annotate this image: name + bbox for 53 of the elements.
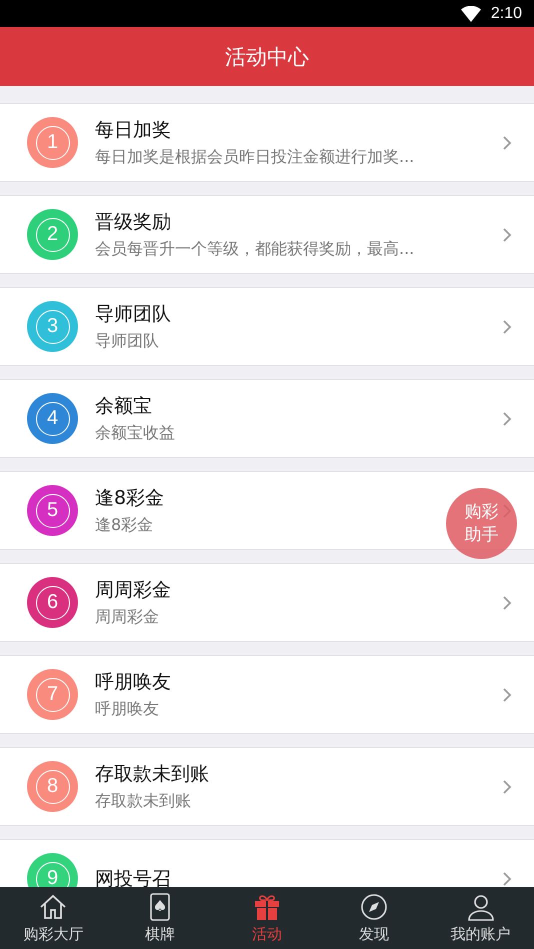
number-badge: 4 <box>27 393 78 444</box>
chevron-right-icon <box>502 318 512 334</box>
page-title: 活动中心 <box>225 44 309 70</box>
chevron-right-icon <box>502 686 512 702</box>
person-icon <box>466 892 496 922</box>
activity-row[interactable]: 2 晋级奖励 会员每晋升一个等级，都能获得奖励，最高... <box>0 195 534 274</box>
number-badge: 8 <box>27 761 78 812</box>
wifi-icon <box>460 6 481 22</box>
activity-title: 每日加奖 <box>95 118 171 143</box>
activity-row[interactable]: 6 周周彩金 周周彩金 <box>0 563 534 642</box>
activity-subtitle: 导师团队 <box>95 331 159 352</box>
activity-subtitle: 逢8彩金 <box>95 515 154 536</box>
activity-row[interactable]: 8 存取款未到账 存取款未到账 <box>0 747 534 826</box>
activity-subtitle: 存取款未到账 <box>95 791 191 812</box>
activity-title: 余额宝 <box>95 394 152 419</box>
chevron-right-icon <box>502 226 512 242</box>
activity-title: 导师团队 <box>95 302 171 327</box>
activity-row[interactable]: 7 呼朋唤友 呼朋唤友 <box>0 655 534 734</box>
activity-row[interactable]: 3 导师团队 导师团队 <box>0 287 534 366</box>
activity-subtitle: 每日加奖是根据会员昨日投注金额进行加奖... <box>95 147 414 168</box>
number-badge: 9 <box>27 853 78 887</box>
activity-subtitle: 呼朋唤友 <box>95 699 159 720</box>
activity-row[interactable]: 4 余额宝 余额宝收益 <box>0 379 534 458</box>
home-icon <box>38 892 68 922</box>
number-badge: 7 <box>27 669 78 720</box>
chevron-right-icon <box>502 870 512 886</box>
tab-item[interactable]: 活动 <box>214 887 320 949</box>
activity-title: 网投号召 <box>95 866 171 887</box>
activity-row[interactable]: 1 每日加奖 每日加奖是根据会员昨日投注金额进行加奖... <box>0 103 534 182</box>
activity-title: 存取款未到账 <box>95 762 209 787</box>
chevron-right-icon <box>502 134 512 150</box>
number-badge: 2 <box>27 209 78 260</box>
status-time: 2:10 <box>490 4 522 22</box>
activity-row[interactable]: 9 网投号召 <box>0 839 534 887</box>
chevron-right-icon <box>502 410 512 426</box>
compass-icon <box>358 892 389 922</box>
activity-title: 周周彩金 <box>95 578 171 603</box>
tab-item[interactable]: 发现 <box>320 887 428 949</box>
activity-title: 晋级奖励 <box>95 210 171 235</box>
chevron-right-icon <box>502 594 512 610</box>
activity-subtitle: 周周彩金 <box>95 607 159 628</box>
tab-item[interactable]: 购彩大厅 <box>0 887 107 949</box>
tab-item[interactable]: 棋牌 <box>106 887 214 949</box>
number-badge: 3 <box>27 301 78 352</box>
activity-title: 呼朋唤友 <box>95 670 171 695</box>
number-badge: 5 <box>27 485 78 536</box>
activity-title: 逢8彩金 <box>95 486 164 511</box>
chevron-right-icon <box>502 778 512 794</box>
activity-subtitle: 会员每晋升一个等级，都能获得奖励，最高... <box>95 239 414 260</box>
activity-subtitle: 余额宝收益 <box>95 423 175 444</box>
number-badge: 6 <box>27 577 78 628</box>
number-badge: 1 <box>27 117 78 168</box>
tab-item[interactable]: 我的账户 <box>427 887 534 949</box>
